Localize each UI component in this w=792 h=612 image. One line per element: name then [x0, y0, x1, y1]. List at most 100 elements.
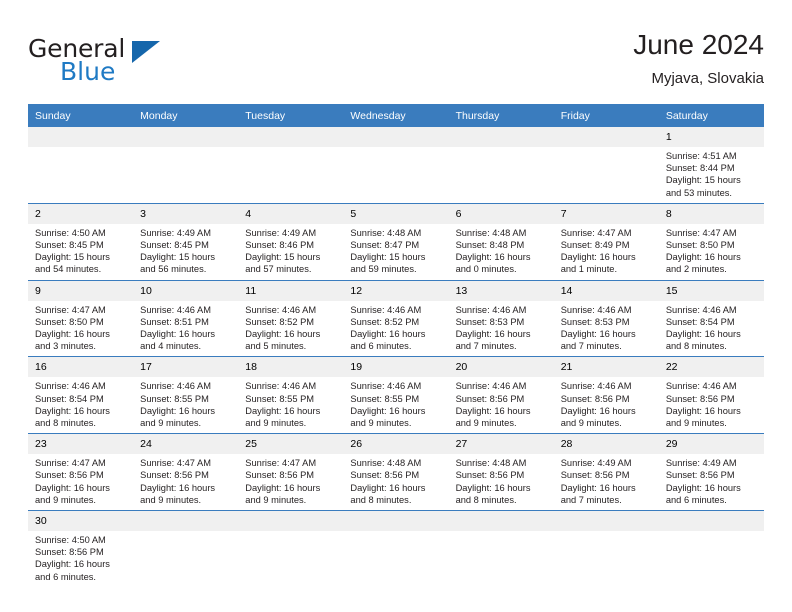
day-number: 8: [658, 203, 764, 224]
weekday-header-saturday: Saturday: [658, 104, 764, 127]
sunset-time: Sunset: 8:56 PM: [35, 470, 104, 481]
daylight-duration-line1: Daylight: 16 hours: [35, 482, 110, 493]
day-details: Sunrise: 4:46 AM Sunset: 8:56 PM Daylight:…: [554, 377, 659, 433]
day-number: [658, 511, 764, 532]
sunrise-time: Sunrise: 4:46 AM: [350, 381, 422, 392]
calendar-day-cell[interactable]: 1 Sunrise: 4:51 AM Sunset: 8:44 PM Daylight…: [658, 127, 764, 204]
daylight-duration-line2: and 9 minutes.: [350, 418, 412, 429]
calendar-day-cell[interactable]: 6 Sunrise: 4:48 AM Sunset: 8:48 PM Daylight…: [448, 203, 554, 281]
daylight-duration-line2: and 6 minutes.: [35, 571, 96, 582]
sunrise-time: Sunrise: 4:47 AM: [140, 458, 211, 469]
sunset-time: Sunset: 8:54 PM: [35, 393, 104, 404]
calendar-day-cell[interactable]: 26 Sunrise: 4:48 AM Sunset: 8:56 PM Dayligh…: [343, 433, 449, 512]
calendar-day-cell[interactable]: 5 Sunrise: 4:48 AM Sunset: 8:47 PM Daylight…: [343, 203, 449, 281]
day-details: Sunrise: 4:51 AM Sunset: 8:44 PM Daylight:…: [659, 147, 764, 203]
calendar-day-cell[interactable]: 9 Sunrise: 4:47 AM Sunset: 8:50 PM Daylight…: [28, 280, 134, 358]
sunset-time: Sunset: 8:56 PM: [665, 393, 735, 404]
day-details: Sunrise: 4:50 AM Sunset: 8:56 PM Daylight:…: [28, 531, 133, 587]
calendar-day-cell[interactable]: 2 Sunrise: 4:50 AM Sunset: 8:45 PM Daylight…: [28, 203, 134, 281]
day-details: Sunrise: 4:46 AM Sunset: 8:53 PM Daylight:…: [554, 301, 659, 357]
sunset-time: Sunset: 8:45 PM: [140, 240, 209, 251]
day-number: 16: [28, 357, 134, 378]
daylight-duration-line1: Daylight: 16 hours: [455, 252, 531, 263]
calendar-day-cell[interactable]: 28 Sunrise: 4:49 AM Sunset: 8:56 PM Dayligh…: [553, 433, 659, 512]
sunrise-time: Sunrise: 4:49 AM: [245, 227, 317, 238]
calendar-day-cell[interactable]: 8 Sunrise: 4:47 AM Sunset: 8:50 PM Daylight…: [658, 203, 764, 281]
daylight-duration-line1: Daylight: 16 hours: [455, 482, 531, 493]
calendar-day-cell[interactable]: 7 Sunrise: 4:47 AM Sunset: 8:49 PM Daylight…: [553, 203, 659, 281]
sunset-time: Sunset: 8:47 PM: [350, 240, 420, 251]
sunrise-time: Sunrise: 4:47 AM: [35, 458, 106, 469]
calendar-empty-cell: [553, 127, 659, 204]
daylight-duration-line1: Daylight: 16 hours: [245, 482, 321, 493]
calendar-day-cell[interactable]: 20 Sunrise: 4:46 AM Sunset: 8:56 PM Dayligh…: [448, 356, 554, 435]
daylight-duration-line1: Daylight: 16 hours: [455, 405, 531, 416]
calendar-day-cell[interactable]: 14 Sunrise: 4:46 AM Sunset: 8:53 PM Dayligh…: [553, 280, 659, 358]
location-subtitle: Myjava, Slovakia: [651, 70, 764, 87]
day-number: 21: [553, 357, 659, 378]
calendar-day-cell[interactable]: 27 Sunrise: 4:48 AM Sunset: 8:56 PM Dayligh…: [448, 433, 554, 512]
calendar-day-cell[interactable]: 13 Sunrise: 4:46 AM Sunset: 8:53 PM Dayligh…: [448, 280, 554, 358]
sunrise-time: Sunrise: 4:49 AM: [560, 458, 632, 469]
sunrise-sunset-calendar-table: Sunday Monday Tuesday Wednesday Thursday…: [28, 104, 764, 587]
daylight-duration-line2: and 9 minutes.: [560, 418, 622, 429]
day-details: Sunrise: 4:46 AM Sunset: 8:52 PM Daylight:…: [343, 301, 448, 357]
calendar-day-cell[interactable]: 23 Sunrise: 4:47 AM Sunset: 8:56 PM Dayligh…: [28, 433, 134, 512]
daylight-duration-line2: and 9 minutes.: [245, 418, 307, 429]
sunrise-time: Sunrise: 4:46 AM: [560, 381, 632, 392]
calendar-day-cell[interactable]: 19 Sunrise: 4:46 AM Sunset: 8:55 PM Dayligh…: [343, 356, 449, 435]
daylight-duration-line1: Daylight: 16 hours: [245, 405, 321, 416]
calendar-day-cell[interactable]: 12 Sunrise: 4:46 AM Sunset: 8:52 PM Dayligh…: [343, 280, 449, 358]
day-number: 12: [343, 280, 449, 301]
daylight-duration-line2: and 2 minutes.: [665, 264, 727, 275]
calendar-day-cell[interactable]: 16 Sunrise: 4:46 AM Sunset: 8:54 PM Dayligh…: [28, 356, 134, 435]
day-details: Sunrise: 4:49 AM Sunset: 8:46 PM Daylight:…: [238, 224, 343, 280]
sunrise-time: Sunrise: 4:47 AM: [665, 227, 737, 238]
daylight-duration-line2: and 1 minute.: [560, 264, 618, 275]
calendar-empty-cell: [238, 510, 344, 587]
weekday-header-monday: Monday: [133, 104, 239, 127]
sunset-time: Sunset: 8:56 PM: [245, 470, 315, 481]
day-number: 22: [658, 357, 764, 378]
sunset-time: Sunset: 8:56 PM: [35, 547, 104, 558]
daylight-duration-line2: and 56 minutes.: [140, 264, 207, 275]
calendar-day-cell[interactable]: 3 Sunrise: 4:49 AM Sunset: 8:45 PM Daylight…: [133, 203, 239, 281]
triangle-flag-icon: [132, 41, 160, 63]
daylight-duration-line2: and 59 minutes.: [350, 264, 417, 275]
weekday-header-sunday: Sunday: [28, 104, 134, 127]
calendar-day-cell[interactable]: 29 Sunrise: 4:49 AM Sunset: 8:56 PM Dayligh…: [658, 433, 764, 512]
calendar-day-cell[interactable]: 11 Sunrise: 4:46 AM Sunset: 8:52 PM Dayligh…: [238, 280, 344, 358]
calendar-empty-cell: [448, 127, 554, 204]
daylight-duration-line2: and 8 minutes.: [35, 418, 96, 429]
calendar-day-cell[interactable]: 10 Sunrise: 4:46 AM Sunset: 8:51 PM Dayligh…: [133, 280, 239, 358]
day-details: Sunrise: 4:47 AM Sunset: 8:49 PM Daylight:…: [554, 224, 659, 280]
sunrise-time: Sunrise: 4:46 AM: [245, 304, 317, 315]
calendar-day-cell[interactable]: 15 Sunrise: 4:46 AM Sunset: 8:54 PM Dayligh…: [658, 280, 764, 358]
daylight-duration-line2: and 9 minutes.: [140, 418, 202, 429]
daylight-duration-line1: Daylight: 16 hours: [665, 482, 741, 493]
calendar-day-cell[interactable]: 17 Sunrise: 4:46 AM Sunset: 8:55 PM Dayligh…: [133, 356, 239, 435]
day-number: 24: [133, 434, 239, 455]
general-blue-logo[interactable]: General Blue: [28, 28, 208, 98]
calendar-day-cell[interactable]: 25 Sunrise: 4:47 AM Sunset: 8:56 PM Dayligh…: [238, 433, 344, 512]
calendar-day-cell[interactable]: 30 Sunrise: 4:50 AM Sunset: 8:56 PM Dayligh…: [28, 510, 134, 587]
day-number: [238, 511, 344, 532]
calendar-day-cell[interactable]: 22 Sunrise: 4:46 AM Sunset: 8:56 PM Dayligh…: [658, 356, 764, 435]
day-number: 26: [343, 434, 449, 455]
sunrise-time: Sunrise: 4:48 AM: [350, 458, 422, 469]
day-number: 15: [658, 280, 764, 301]
calendar-day-cell[interactable]: 21 Sunrise: 4:46 AM Sunset: 8:56 PM Dayligh…: [553, 356, 659, 435]
sunrise-time: Sunrise: 4:46 AM: [665, 381, 737, 392]
daylight-duration-line1: Daylight: 16 hours: [350, 482, 426, 493]
daylight-duration-line2: and 9 minutes.: [140, 494, 202, 505]
day-number: [553, 127, 659, 147]
day-number: [133, 127, 239, 147]
day-number: 3: [133, 203, 239, 224]
sunset-time: Sunset: 8:50 PM: [665, 240, 735, 251]
daylight-duration-line2: and 7 minutes.: [455, 341, 517, 352]
daylight-duration-line1: Daylight: 16 hours: [560, 329, 636, 340]
calendar-day-cell[interactable]: 18 Sunrise: 4:46 AM Sunset: 8:55 PM Dayligh…: [238, 356, 344, 435]
calendar-day-cell[interactable]: 24 Sunrise: 4:47 AM Sunset: 8:56 PM Dayligh…: [133, 433, 239, 512]
daylight-duration-line2: and 8 minutes.: [455, 494, 517, 505]
calendar-day-cell[interactable]: 4 Sunrise: 4:49 AM Sunset: 8:46 PM Daylight…: [238, 203, 344, 281]
